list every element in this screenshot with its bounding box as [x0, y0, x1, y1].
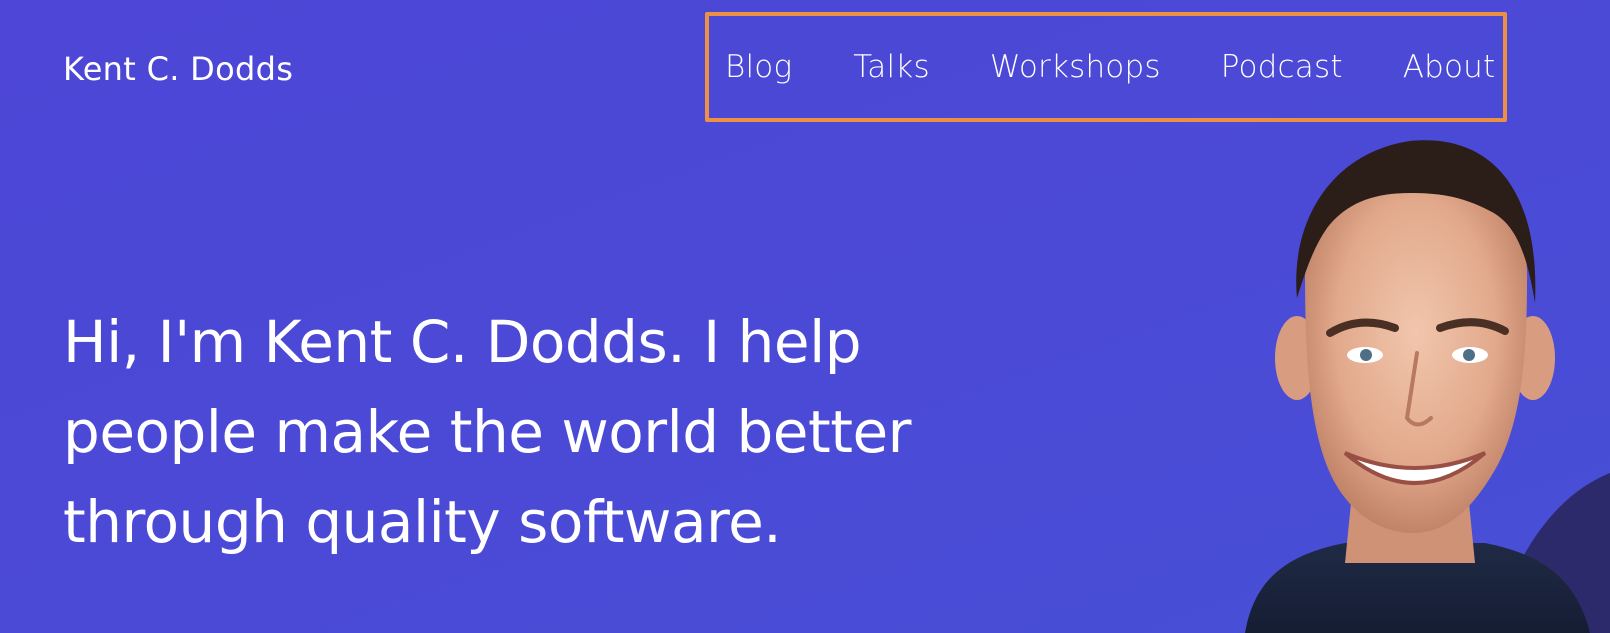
- nav-link-workshops[interactable]: Workshops: [990, 49, 1161, 85]
- hero-heading: Hi, I'm Kent C. Dodds. I help people mak…: [63, 308, 912, 556]
- nav-link-podcast[interactable]: Podcast: [1221, 49, 1343, 85]
- main-nav: Blog Talks Workshops Podcast About: [725, 49, 1495, 85]
- site-title-link[interactable]: Kent C. Dodds: [63, 50, 293, 88]
- nav-link-about[interactable]: About: [1403, 49, 1496, 85]
- nav-link-blog[interactable]: Blog: [725, 49, 792, 85]
- portrait-image: [1245, 140, 1590, 633]
- nav-link-talks[interactable]: Talks: [853, 49, 930, 85]
- page: Kent C. Dodds Blog Talks Workshops Podca…: [0, 0, 1610, 633]
